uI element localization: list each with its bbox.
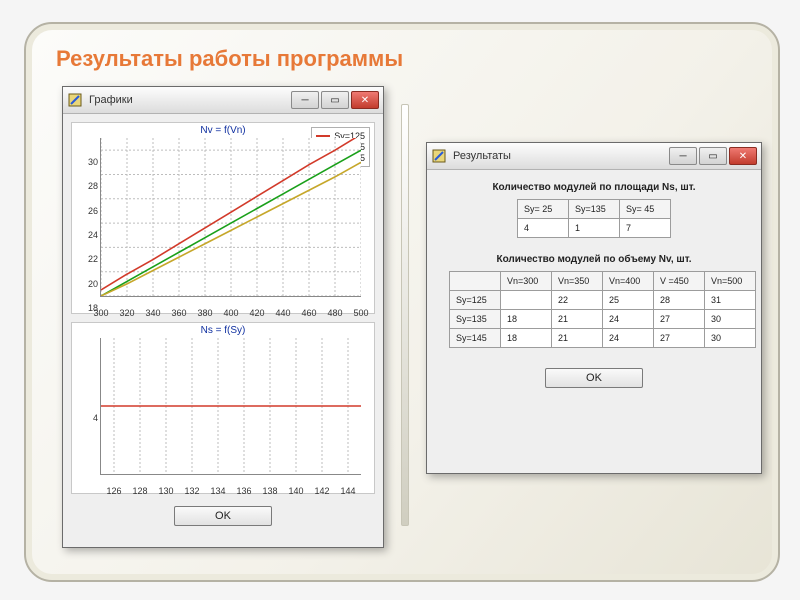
td[interactable]: 31 (705, 291, 756, 310)
ok-button[interactable]: OK (545, 368, 643, 388)
th: Vn=350 (552, 272, 603, 291)
maximize-button[interactable]: ▭ (321, 91, 349, 109)
td[interactable]: 27 (654, 310, 705, 329)
td[interactable]: 30 (705, 310, 756, 329)
td[interactable]: 27 (654, 329, 705, 348)
result-block-nv: Количество модулей по объему Nv, шт. Vn=… (449, 254, 739, 348)
row-header: Sy=145 (450, 329, 501, 348)
minimize-button[interactable]: ─ (291, 91, 319, 109)
close-button[interactable]: ✕ (351, 91, 379, 109)
table-nv: Vn=300 Vn=350 Vn=400 V =450 Vn=500 Sy=12… (449, 271, 756, 348)
table-row: Sy=145 18 21 24 27 30 (450, 329, 756, 348)
window-results: Результаты ─ ▭ ✕ Количество модулей по п… (426, 142, 762, 474)
window-title: Графики (89, 94, 291, 106)
app-icon (67, 92, 83, 108)
chart2-title: Ns = f(Sy) (72, 323, 374, 336)
chart-nv-vn: Nv = f(Vn) Sy=125 Sy=135 Sy=145 18202224… (71, 122, 375, 314)
titlebar-results[interactable]: Результаты ─ ▭ ✕ (427, 143, 761, 170)
td-selected[interactable]: 18 (501, 291, 552, 310)
table-ns: Sy= 25 Sy=135 Sy= 45 4 1 7 (517, 199, 671, 238)
th: Sy=135 (569, 200, 620, 219)
td[interactable]: 4 (518, 219, 569, 238)
window-charts: Графики ─ ▭ ✕ Nv = f(Vn) Sy=125 Sy=135 S… (62, 86, 384, 548)
td[interactable]: 22 (552, 291, 603, 310)
slide-title: Результаты работы программы (56, 46, 403, 72)
th: Vn=400 (603, 272, 654, 291)
app-icon (431, 148, 447, 164)
chart2-plot: 126128130132134136138140142144 (100, 338, 361, 475)
close-button[interactable]: ✕ (729, 147, 757, 165)
td[interactable]: 7 (620, 219, 671, 238)
table-row: Sy=125 18 22 25 28 31 (450, 291, 756, 310)
caption-nv: Количество модулей по объему Nv, шт. (449, 254, 739, 265)
maximize-button[interactable]: ▭ (699, 147, 727, 165)
td[interactable]: 28 (654, 291, 705, 310)
caption-ns: Количество модулей по площади Ns, шт. (449, 182, 739, 193)
row-header: Sy=125 (450, 291, 501, 310)
th: Sy= 45 (620, 200, 671, 219)
row-header: Sy=135 (450, 310, 501, 329)
slide-frame: Результаты работы программы Графики ─ ▭ … (24, 22, 780, 582)
result-block-ns: Количество модулей по площади Ns, шт. Sy… (449, 182, 739, 238)
td[interactable]: 25 (603, 291, 654, 310)
td[interactable]: 21 (552, 329, 603, 348)
th: Vn=300 (501, 272, 552, 291)
ok-button[interactable]: OK (174, 506, 272, 526)
table-row: Sy=135 18 21 24 27 30 (450, 310, 756, 329)
titlebar-charts[interactable]: Графики ─ ▭ ✕ (63, 87, 383, 114)
chart-ns-sy: Ns = f(Sy) 4 126128130132134136138140142… (71, 322, 375, 494)
slide-divider (401, 104, 409, 526)
td[interactable]: 24 (603, 310, 654, 329)
th-blank (450, 272, 501, 291)
window-title: Результаты (453, 150, 669, 162)
td[interactable]: 1 (569, 219, 620, 238)
chart1-plot: 300320340360380400420440460480500 (100, 138, 361, 297)
th: Vn=500 (705, 272, 756, 291)
td[interactable]: 18 (501, 310, 552, 329)
td[interactable]: 24 (603, 329, 654, 348)
th: V =450 (654, 272, 705, 291)
minimize-button[interactable]: ─ (669, 147, 697, 165)
td[interactable]: 18 (501, 329, 552, 348)
td[interactable]: 30 (705, 329, 756, 348)
td[interactable]: 21 (552, 310, 603, 329)
th: Sy= 25 (518, 200, 569, 219)
